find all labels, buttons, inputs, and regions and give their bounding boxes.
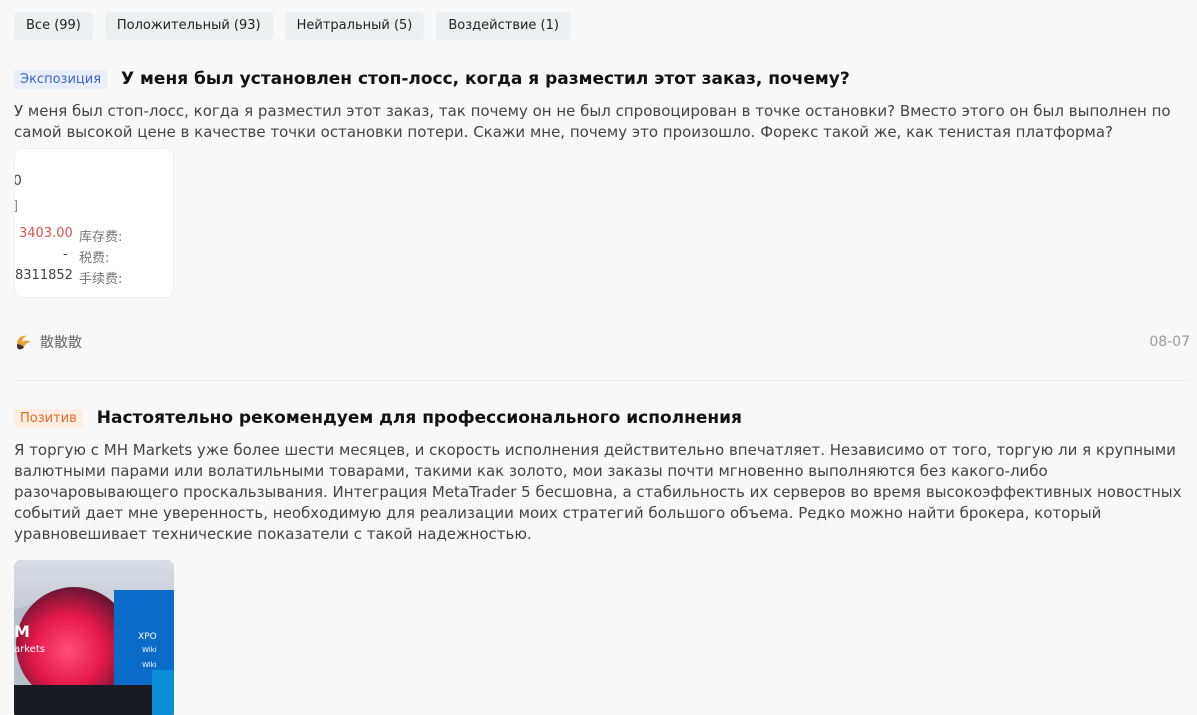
post-header: Экспозиция У меня был установлен стоп-ло… xyxy=(14,66,1190,92)
image-text: XPO xyxy=(138,632,157,642)
post-tag: Экспозиция xyxy=(14,69,108,89)
image-text: ] xyxy=(15,199,18,214)
post-image[interactable]: 0 ] 3403.00 库存费: - 税费: 8311852 手续费: xyxy=(14,148,174,298)
image-text: Wiki xyxy=(142,661,157,669)
image-text: Wiki xyxy=(142,646,157,654)
filter-neutral[interactable]: Нейтральный (5) xyxy=(284,12,425,40)
image-text: arkets xyxy=(14,644,45,655)
divider xyxy=(14,380,1190,381)
filter-all[interactable]: Все (99) xyxy=(14,12,93,40)
filter-positive[interactable]: Положительный (93) xyxy=(104,12,273,40)
post-title[interactable]: Настоятельно рекомендуем для профессиона… xyxy=(97,408,742,428)
image-label: 库存费: xyxy=(79,230,123,245)
post-image[interactable]: M arkets XPO Wiki Wiki xyxy=(14,560,174,715)
post-date: 08-07 xyxy=(1149,334,1190,350)
image-text: 0 xyxy=(15,173,22,189)
filter-impact[interactable]: Воздействие (1) xyxy=(436,12,571,40)
image-label: 手续费: xyxy=(79,272,123,287)
author-name[interactable]: 散散散 xyxy=(40,332,82,352)
filter-bar: Все (99) Положительный (93) Нейтральный … xyxy=(14,12,571,40)
post-meta: 散散散 08-07 xyxy=(14,332,1190,352)
post-card[interactable]: Экспозиция У меня был установлен стоп-ло… xyxy=(14,66,1190,351)
image-value: - xyxy=(63,247,68,262)
image-label: 税费: xyxy=(79,251,110,266)
post-title[interactable]: У меня был установлен стоп-лосс, когда я… xyxy=(121,69,850,89)
author-avatar-icon[interactable] xyxy=(14,332,34,352)
image-text: M xyxy=(14,622,30,641)
post-tag: Позитив xyxy=(14,408,83,428)
post-card[interactable]: Позитив Настоятельно рекомендуем для про… xyxy=(14,405,1190,715)
image-value: 3403.00 xyxy=(19,226,73,241)
post-body: Я торгую с MH Markets уже более шести ме… xyxy=(14,441,1182,543)
image-value: 8311852 xyxy=(15,268,73,283)
post-body: У меня был стоп-лосс, когда я разместил … xyxy=(14,102,1171,141)
post-header: Позитив Настоятельно рекомендуем для про… xyxy=(14,405,1190,431)
